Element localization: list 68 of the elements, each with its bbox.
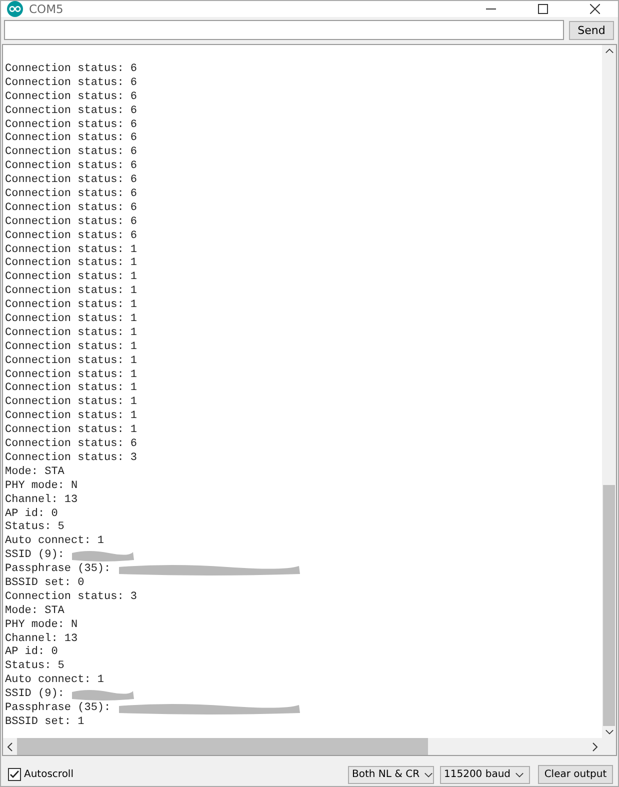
output-line: Connection status: 6 xyxy=(5,63,138,77)
output-line: Connection status: 6 xyxy=(5,118,138,132)
output-line: Connection status: 1 xyxy=(5,326,138,341)
output-line: Connection status: 1 xyxy=(5,271,138,285)
output-line: Auto connect: 1 xyxy=(5,535,104,549)
horizontal-scrollbar[interactable] xyxy=(3,738,616,755)
output-line: Connection status: 1 xyxy=(5,368,138,382)
close-icon[interactable] xyxy=(590,4,600,14)
output-line: AP id: 0 xyxy=(5,508,58,522)
dropdown-caret-icon xyxy=(424,772,433,778)
line-ending-value: Both NL & CR xyxy=(352,769,420,780)
vertical-scrollbar[interactable] xyxy=(602,45,616,738)
output-line: Passphrase (35): xyxy=(5,702,111,716)
output-line: Connection status: 1 xyxy=(5,340,138,355)
scroll-left-icon[interactable] xyxy=(7,742,13,752)
output-line: Connection status: 1 xyxy=(5,313,138,327)
output-line: Connection status: 6 xyxy=(5,104,138,119)
maximize-icon[interactable] xyxy=(538,4,548,14)
output-line: Connection status: 6 xyxy=(5,216,138,230)
output-line: Connection status: 6 xyxy=(5,90,138,105)
send-button[interactable]: Send xyxy=(569,20,614,40)
output-line: Connection status: 1 xyxy=(5,285,138,299)
output-line: Mode: STA xyxy=(5,604,64,619)
output-line: Channel: 13 xyxy=(5,494,78,508)
output-line: Passphrase (35): xyxy=(5,563,111,577)
output-line: Connection status: 6 xyxy=(5,146,138,160)
clear-output-button[interactable]: Clear output xyxy=(538,765,613,784)
window-title: COM5 xyxy=(29,2,64,16)
output-line: Connection status: 6 xyxy=(5,230,138,244)
autoscroll-checkbox[interactable] xyxy=(8,768,21,781)
baud-rate-dropdown[interactable]: 115200 baud xyxy=(440,766,530,784)
dropdown-caret-icon xyxy=(514,772,524,778)
output-line: Status: 5 xyxy=(5,521,64,536)
output-line: Connection status: 3 xyxy=(5,590,138,605)
output-line: Connection status: 1 xyxy=(5,257,138,271)
scroll-down-icon[interactable] xyxy=(604,729,614,735)
output-line: Connection status: 1 xyxy=(5,382,138,396)
output-line: Connection status: 6 xyxy=(5,76,138,91)
output-line: Connection status: 1 xyxy=(5,410,138,424)
output-line: Connection status: 6 xyxy=(5,132,138,146)
output-line: BSSID set: 1 xyxy=(5,716,84,730)
output-line: BSSID set: 0 xyxy=(5,576,84,591)
output-line: Connection status: 6 xyxy=(5,188,138,202)
output-line: Connection status: 6 xyxy=(5,174,138,188)
scroll-up-icon[interactable] xyxy=(604,48,614,54)
output-line: Connection status: 1 xyxy=(5,299,138,313)
output-line: Connection status: 1 xyxy=(5,244,138,257)
output-line: Connection status: 6 xyxy=(5,202,138,216)
autoscroll-label: Autoscroll xyxy=(24,769,74,780)
output-line: Auto connect: 1 xyxy=(5,674,104,688)
output-line: Connection status: 1 xyxy=(5,396,138,410)
output-line: Mode: STA xyxy=(5,466,64,480)
output-line: SSID (9): xyxy=(5,688,64,702)
baud-rate-value: 115200 baud xyxy=(444,769,511,780)
output-line: Connection status: 6 xyxy=(5,438,138,452)
output-line: AP id: 0 xyxy=(5,646,58,660)
output-line: Connection status: 3 xyxy=(5,452,138,466)
input-field[interactable] xyxy=(4,20,564,40)
output-line: SSID (9): xyxy=(5,549,64,563)
scroll-right-icon[interactable] xyxy=(592,742,598,752)
output-line: Connection status: 1 xyxy=(5,424,138,438)
output-line: Status: 5 xyxy=(5,660,64,674)
output-line: PHY mode: N xyxy=(5,618,78,633)
output-line: Channel: 13 xyxy=(5,632,78,646)
line-ending-dropdown[interactable]: Both NL & CR xyxy=(348,766,434,784)
output-line: Connection status: 6 xyxy=(5,160,138,174)
output-line: PHY mode: N xyxy=(5,480,78,494)
output-line: Connection status: 1 xyxy=(5,354,138,369)
